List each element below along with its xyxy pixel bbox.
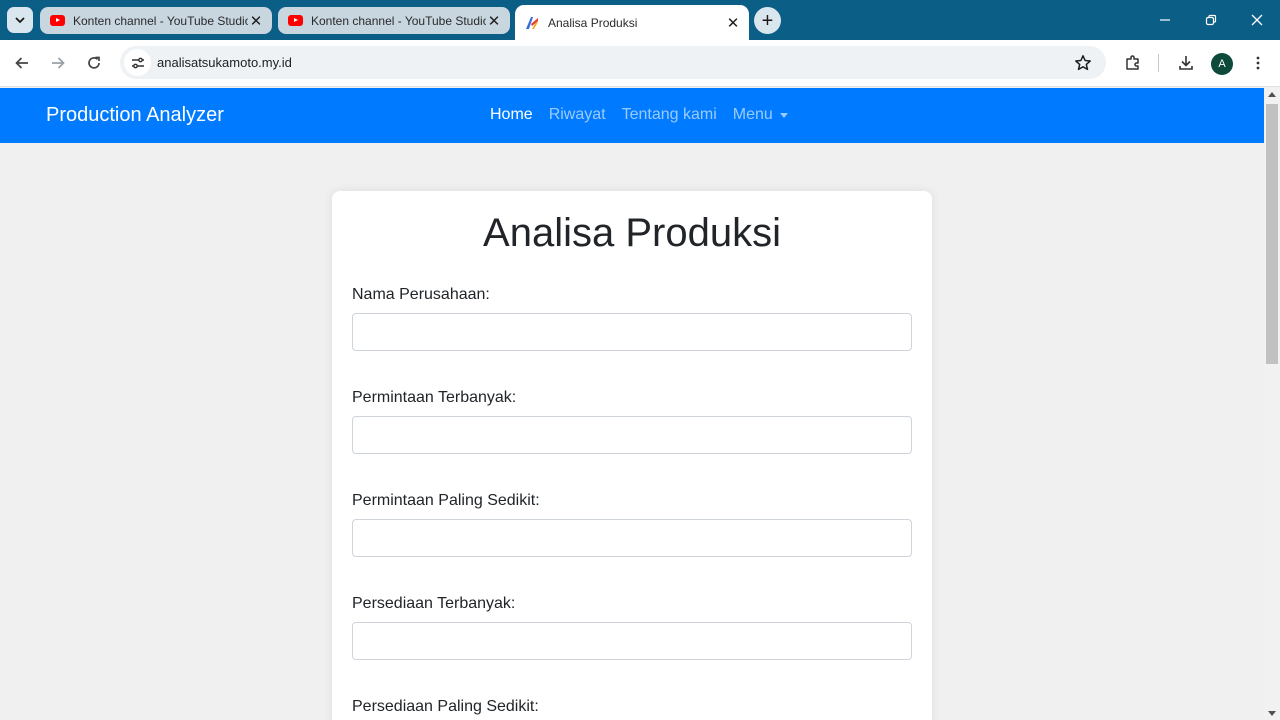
form-title: Analisa Produksi <box>483 211 781 255</box>
minimize-icon <box>1160 19 1170 21</box>
site-info-button[interactable] <box>124 49 151 76</box>
chevron-down-icon <box>15 17 25 24</box>
address-bar[interactable]: analisatsukamoto.my.id <box>120 46 1106 79</box>
scrollbar-thumb[interactable] <box>1266 104 1278 364</box>
browser-tab-1[interactable]: Konten channel - YouTube Studio ✕ <box>40 7 272 34</box>
browser-tab-strip: Konten channel - YouTube Studio ✕ Konten… <box>0 0 1280 40</box>
puzzle-icon <box>1126 55 1139 70</box>
restore-icon <box>1205 14 1217 26</box>
arrow-left-icon <box>15 57 28 69</box>
analysis-form-card: Analisa Produksi Nama Perusahaan: Permin… <box>332 191 932 720</box>
forward-button[interactable] <box>43 48 73 78</box>
site-logo-icon <box>524 15 540 31</box>
close-icon[interactable]: ✕ <box>725 15 741 32</box>
persediaan-terbanyak-input[interactable] <box>352 622 912 660</box>
close-icon[interactable]: ✕ <box>486 13 502 30</box>
nav-link-home[interactable]: Home <box>490 106 533 124</box>
browser-toolbar: analisatsukamoto.my.id <box>0 40 1280 87</box>
close-icon <box>1251 14 1263 26</box>
tab-search-button[interactable] <box>7 7 33 33</box>
field-label-permintaan-terbanyak: Permintaan Terbanyak: <box>352 389 517 406</box>
field-label-persediaan-paling-sedikit: Persediaan Paling Sedikit: <box>352 698 539 715</box>
restore-button[interactable] <box>1188 0 1234 40</box>
bookmark-star-button[interactable] <box>1072 52 1094 74</box>
nav-dropdown-menu[interactable]: Menu <box>733 106 788 124</box>
browser-tab-2[interactable]: Konten channel - YouTube Studio ✕ <box>278 7 510 34</box>
star-icon <box>1075 55 1091 71</box>
download-icon <box>1179 56 1193 70</box>
plus-icon: + <box>761 9 774 32</box>
nav-link-tentang-kami[interactable]: Tentang kami <box>622 106 717 124</box>
caret-down-icon <box>779 112 788 118</box>
site-navbar: Production Analyzer Home Riwayat Tentang… <box>0 88 1264 143</box>
url-text[interactable]: analisatsukamoto.my.id <box>157 55 292 70</box>
close-icon[interactable]: ✕ <box>248 13 264 30</box>
nav-dropdown-label: Menu <box>732 106 773 123</box>
extensions-button[interactable] <box>1119 49 1147 77</box>
browser-tab-3-active[interactable]: Analisa Produksi ✕ <box>515 5 749 40</box>
youtube-icon <box>49 13 65 29</box>
new-tab-button[interactable]: + <box>754 7 781 34</box>
youtube-icon <box>287 13 303 29</box>
navbar-links: Home Riwayat Tentang kami Menu <box>490 106 804 124</box>
tune-icon <box>131 57 144 68</box>
browser-menu-button[interactable] <box>1244 49 1272 77</box>
close-window-button[interactable] <box>1234 0 1280 40</box>
reload-button[interactable] <box>79 48 109 78</box>
field-label-permintaan-paling-sedikit: Permintaan Paling Sedikit: <box>352 492 540 509</box>
minimize-button[interactable] <box>1142 0 1188 40</box>
toolbar-separator <box>1158 54 1159 72</box>
reload-icon <box>88 56 100 69</box>
page-viewport: Production Analyzer Home Riwayat Tentang… <box>0 88 1264 720</box>
nav-link-riwayat[interactable]: Riwayat <box>549 106 606 124</box>
more-vert-icon <box>1256 56 1260 70</box>
scroll-up-arrow-icon[interactable] <box>1268 92 1276 97</box>
tab-title: Konten channel - YouTube Studio <box>73 13 248 28</box>
navbar-brand[interactable]: Production Analyzer <box>46 104 224 127</box>
tab-title: Analisa Produksi <box>548 15 638 30</box>
page-scrollbar[interactable] <box>1264 88 1280 720</box>
field-label-nama-perusahaan: Nama Perusahaan: <box>352 286 490 303</box>
permintaan-paling-sedikit-input[interactable] <box>352 519 912 557</box>
downloads-button[interactable] <box>1172 49 1200 77</box>
back-button[interactable] <box>7 48 37 78</box>
field-label-persediaan-terbanyak: Persediaan Terbanyak: <box>352 595 516 612</box>
nama-perusahaan-input[interactable] <box>352 313 912 351</box>
arrow-right-icon <box>52 57 65 69</box>
permintaan-terbanyak-input[interactable] <box>352 416 912 454</box>
tab-title: Konten channel - YouTube Studio <box>311 13 486 28</box>
scroll-down-arrow-icon[interactable] <box>1268 711 1276 716</box>
profile-avatar[interactable]: A <box>1211 53 1233 75</box>
